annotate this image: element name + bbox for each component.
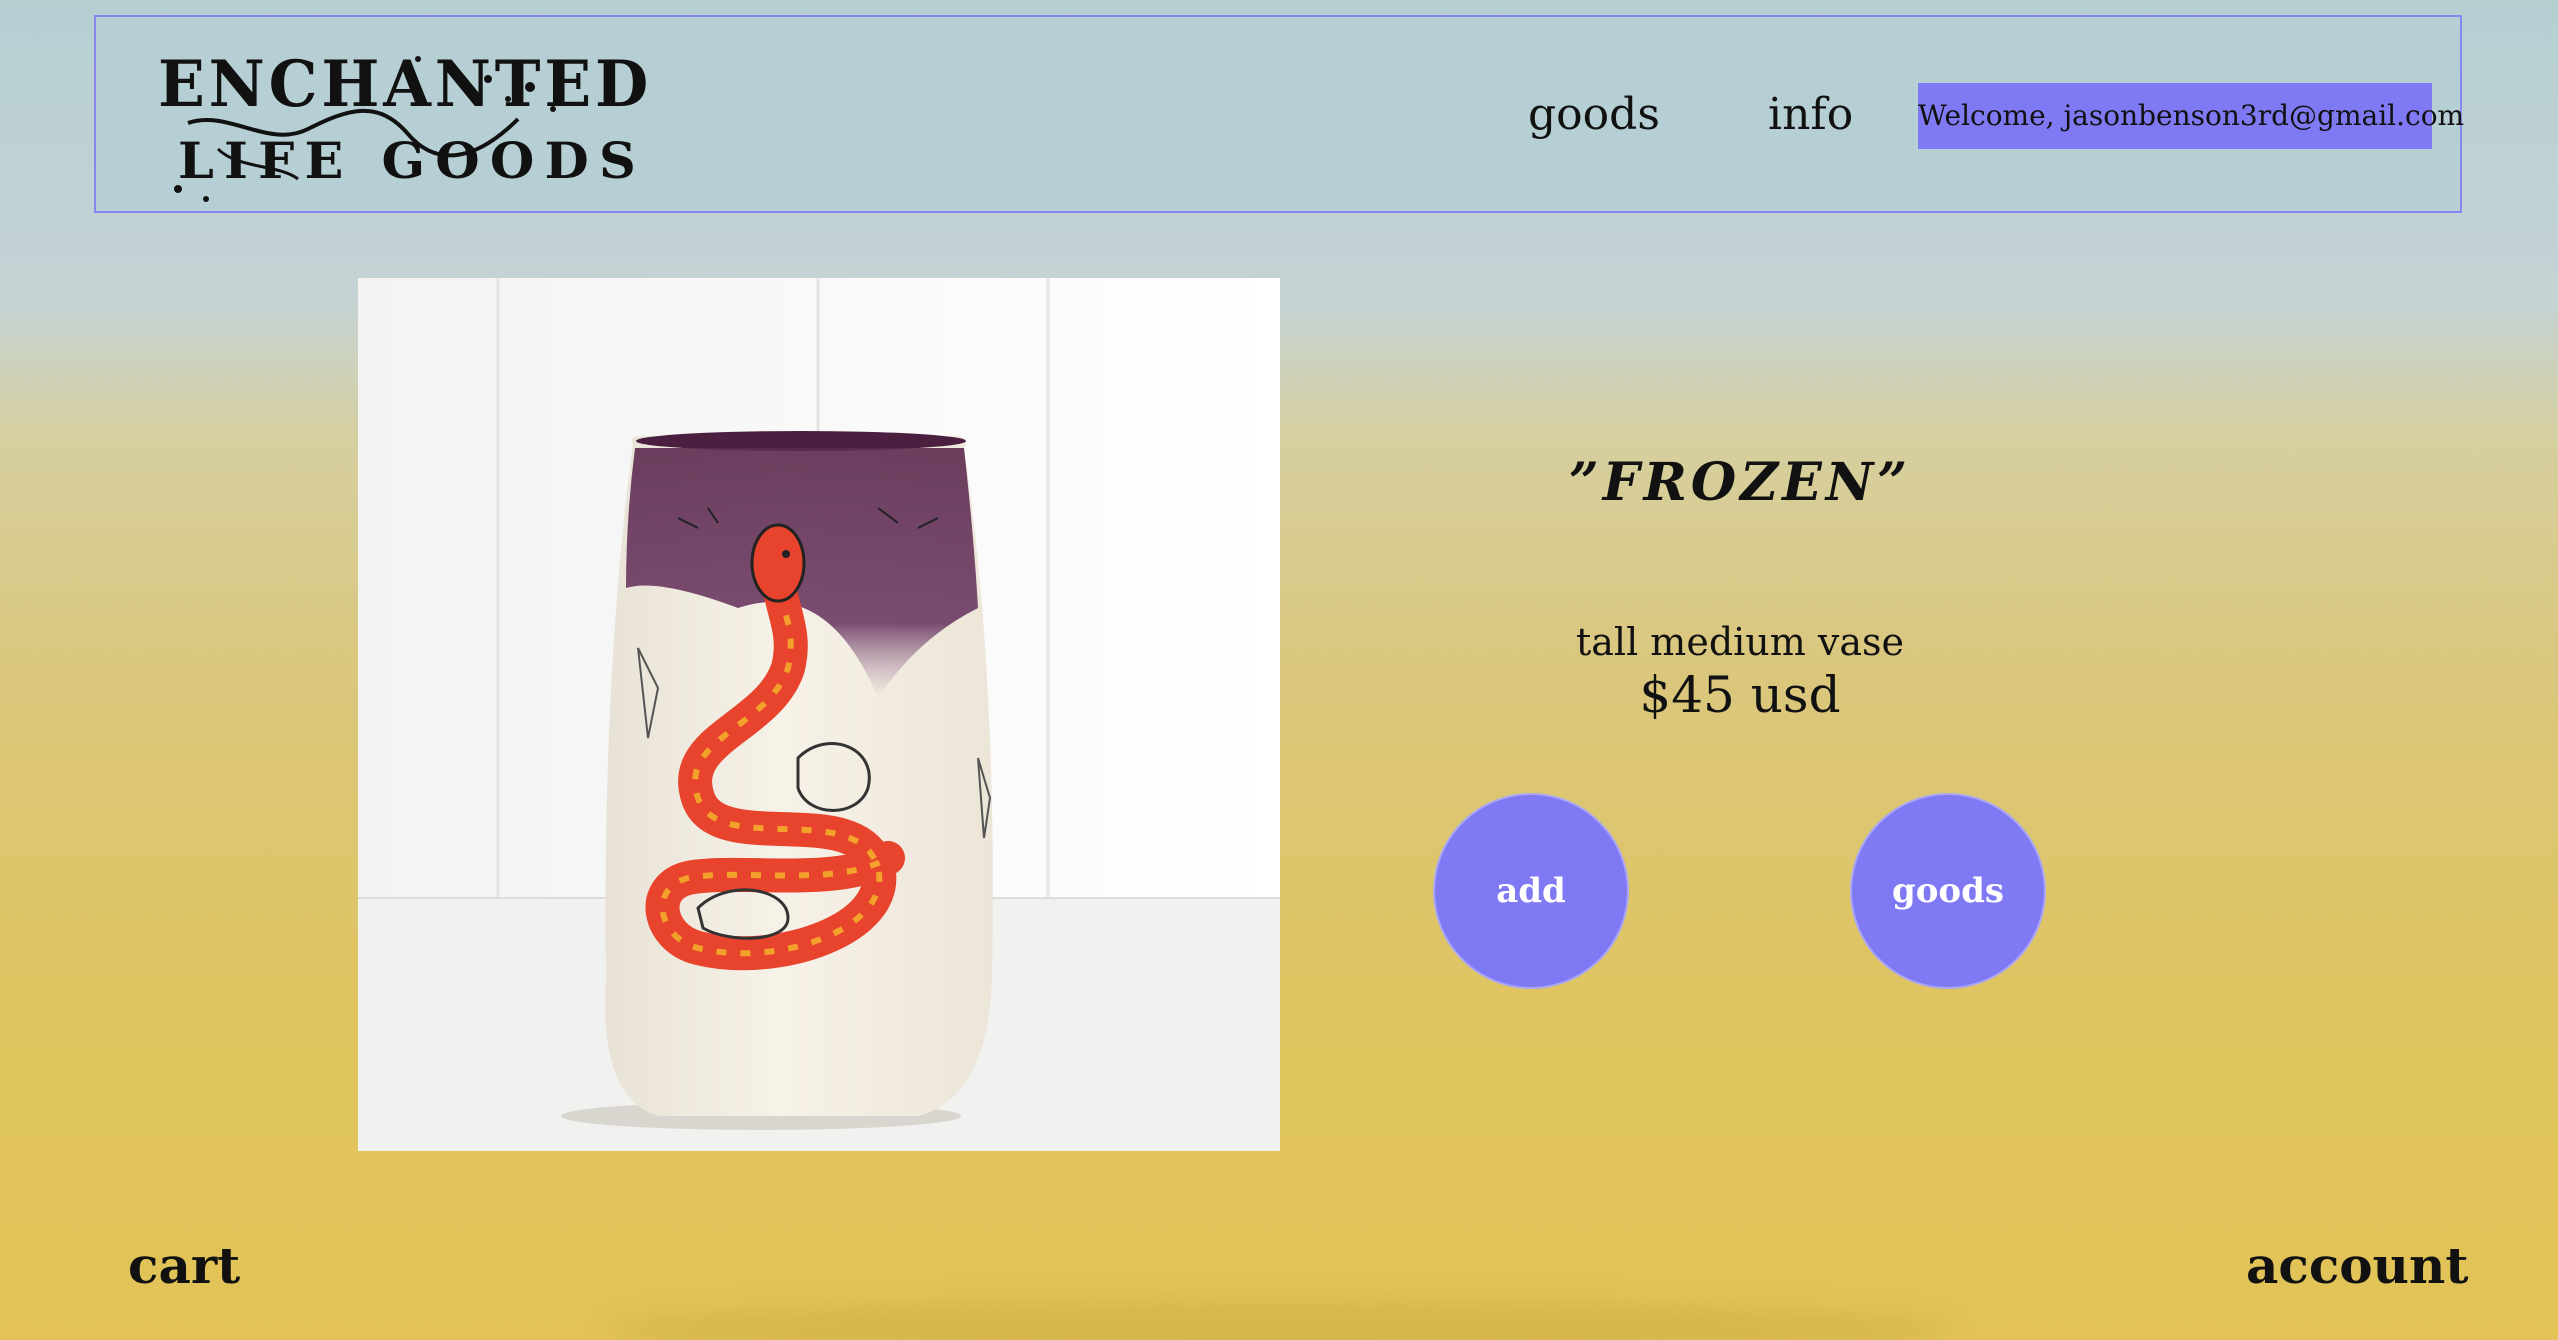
- nav-goods-link[interactable]: goods: [1528, 89, 1660, 140]
- account-welcome-button[interactable]: Welcome, jasonbenson3rd@gmail.com: [1918, 83, 2464, 149]
- logo-line-1: ENCHANTED: [158, 47, 653, 122]
- site-header: ENCHANTED LIFE GOODS goods info Welcome,…: [94, 15, 2464, 213]
- product-image: [358, 278, 1280, 1151]
- product-description: tall medium vase: [1575, 620, 1904, 664]
- logo-line-2: LIFE GOODS: [178, 131, 647, 190]
- product-title: ”FROZEN”: [1568, 452, 1912, 513]
- nav-info-link[interactable]: info: [1768, 89, 1853, 140]
- footer-shadow: [610, 1300, 1950, 1340]
- account-link[interactable]: account: [2246, 1236, 2468, 1295]
- product-price: $45 usd: [1639, 666, 1841, 724]
- snake-vase-photo-icon: [358, 278, 1280, 1151]
- add-to-cart-button[interactable]: add: [1433, 793, 1629, 989]
- back-to-goods-button[interactable]: goods: [1850, 793, 2046, 989]
- cart-link[interactable]: cart: [128, 1236, 240, 1295]
- site-logo[interactable]: ENCHANTED LIFE GOODS: [158, 39, 648, 207]
